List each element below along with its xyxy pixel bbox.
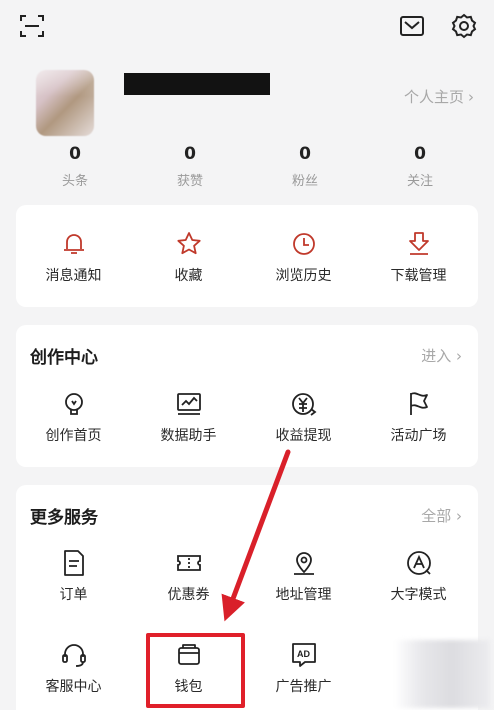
chart-icon <box>174 389 204 419</box>
stat-following[interactable]: 0 关注 <box>365 144 475 189</box>
blurred-region <box>394 640 490 708</box>
top-bar <box>0 0 494 56</box>
stat-number: 0 <box>69 144 81 164</box>
service-item-label: 订单 <box>59 587 88 603</box>
creation-item-label: 收益提现 <box>275 428 332 444</box>
service-item-customer-service[interactable]: 客服中心 <box>16 640 131 696</box>
creation-item-data[interactable]: 数据助手 <box>131 389 246 445</box>
service-item-orders[interactable]: 订单 <box>16 548 131 604</box>
clock-icon <box>289 229 319 259</box>
creation-item-activities[interactable]: 活动广场 <box>361 389 476 445</box>
download-icon <box>404 229 434 259</box>
creation-item-withdraw[interactable]: 收益提现 <box>246 389 361 445</box>
bell-icon <box>59 229 89 259</box>
creation-item-label: 活动广场 <box>390 428 447 444</box>
creation-center-card: 创作中心 进入 › 创作首页 数据助手 收益提现 活动广场 <box>16 325 478 467</box>
stat-label: 头条 <box>61 174 88 189</box>
service-item-label: 大字模式 <box>390 587 447 603</box>
profile-header: 个人主页 › <box>0 60 494 140</box>
bulb-icon <box>59 389 89 419</box>
wallet-highlight-box <box>146 633 245 708</box>
quick-item-downloads[interactable]: 下载管理 <box>361 229 476 285</box>
quick-item-label: 浏览历史 <box>275 268 332 284</box>
star-icon <box>174 229 204 259</box>
location-icon <box>289 548 319 578</box>
stat-fans[interactable]: 0 粉丝 <box>250 144 360 189</box>
stats-row: 0 头条 0 获赞 0 粉丝 0 关注 <box>16 144 478 194</box>
quick-item-favorites[interactable]: 收藏 <box>131 229 246 285</box>
stat-number: 0 <box>414 144 426 164</box>
coupon-icon <box>174 548 204 578</box>
ad-icon: AD <box>289 640 319 670</box>
quick-item-history[interactable]: 浏览历史 <box>246 229 361 285</box>
quick-item-label: 消息通知 <box>45 268 102 284</box>
avatar[interactable] <box>36 70 94 136</box>
creation-item-home[interactable]: 创作首页 <box>16 389 131 445</box>
stat-likes[interactable]: 0 获赞 <box>135 144 245 189</box>
stat-label: 粉丝 <box>291 174 318 189</box>
gear-icon[interactable] <box>450 12 478 40</box>
service-item-label: 广告推广 <box>275 679 332 695</box>
headset-icon <box>59 640 89 670</box>
service-item-label: 客服中心 <box>45 679 102 695</box>
creation-item-label: 创作首页 <box>45 428 102 444</box>
more-services-all-link[interactable]: 全部 › <box>421 505 462 526</box>
scan-icon[interactable] <box>18 12 46 40</box>
service-item-ads[interactable]: AD 广告推广 <box>246 640 361 696</box>
order-icon <box>59 548 89 578</box>
creation-center-enter-link[interactable]: 进入 › <box>421 345 462 366</box>
mail-icon[interactable] <box>398 12 426 40</box>
service-item-label: 地址管理 <box>275 587 332 603</box>
service-item-large-font[interactable]: 大字模式 <box>361 548 476 604</box>
service-item-address[interactable]: 地址管理 <box>246 548 361 604</box>
stat-label: 关注 <box>406 174 433 189</box>
stat-number: 0 <box>184 144 196 164</box>
flag-icon <box>404 389 434 419</box>
more-services-title: 更多服务 <box>30 508 98 528</box>
font-size-icon <box>404 548 434 578</box>
quick-actions-card: 消息通知 收藏 浏览历史 下载管理 <box>16 205 478 307</box>
stat-number: 0 <box>299 144 311 164</box>
service-item-label: 优惠券 <box>167 587 210 603</box>
creation-center-title: 创作中心 <box>30 348 98 368</box>
creation-item-label: 数据助手 <box>160 428 217 444</box>
quick-item-notifications[interactable]: 消息通知 <box>16 229 131 285</box>
service-item-coupons[interactable]: 优惠券 <box>131 548 246 604</box>
stat-headlines[interactable]: 0 头条 <box>20 144 130 189</box>
profile-link-label: 个人主页 <box>403 88 464 106</box>
user-name-redacted <box>124 73 270 95</box>
svg-text:AD: AD <box>297 649 310 659</box>
yuan-icon <box>289 389 319 419</box>
quick-item-label: 下载管理 <box>390 268 447 284</box>
quick-item-label: 收藏 <box>174 268 203 284</box>
stat-label: 获赞 <box>176 174 203 189</box>
profile-home-link[interactable]: 个人主页 › <box>404 86 474 107</box>
chevron-right-icon: › <box>468 88 474 106</box>
